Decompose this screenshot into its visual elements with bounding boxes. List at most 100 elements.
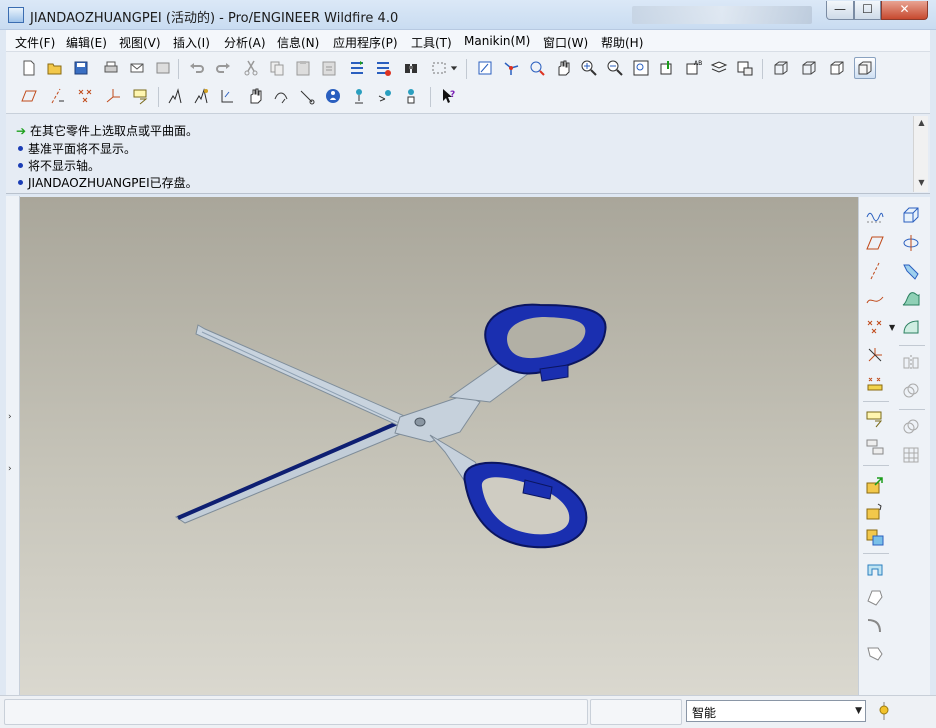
chevron-down-icon[interactable]: ▼ (855, 706, 862, 716)
chamfer-icon[interactable] (863, 613, 887, 637)
pan-icon[interactable] (552, 57, 574, 79)
paste-special-icon[interactable] (318, 57, 340, 79)
select-box-icon[interactable] (428, 57, 450, 79)
datum-point-display-icon[interactable] (74, 85, 96, 107)
merge-icon[interactable] (899, 379, 923, 403)
paste-icon[interactable] (292, 57, 314, 79)
assembly-component-icon[interactable] (164, 85, 186, 107)
save-icon[interactable] (70, 57, 92, 79)
datum-csys-icon[interactable] (863, 343, 887, 367)
layers-icon[interactable] (708, 57, 730, 79)
create-component-icon[interactable] (863, 499, 887, 523)
scroll-down-icon[interactable]: ▼ (914, 178, 929, 190)
context-help-icon[interactable]: ? (438, 85, 460, 107)
datum-axis-icon[interactable] (863, 259, 887, 283)
cut-icon[interactable] (240, 57, 262, 79)
datum-axis-display-icon[interactable] (46, 85, 68, 107)
manikin-create-icon[interactable] (322, 85, 344, 107)
shading-icon[interactable] (854, 57, 876, 79)
package-component-icon[interactable] (863, 435, 887, 459)
menu-info[interactable]: 信息(N) (277, 34, 319, 51)
close-button[interactable]: ✕ (881, 1, 928, 20)
open-icon[interactable] (44, 57, 66, 79)
message-scrollbar[interactable]: ▲ ▼ (913, 116, 928, 192)
analysis-feature-icon[interactable] (863, 371, 887, 395)
hand-icon[interactable] (244, 85, 266, 107)
close-window-icon[interactable] (152, 57, 174, 79)
datum-point-icon[interactable] (863, 315, 887, 339)
reach-icon[interactable] (270, 85, 292, 107)
hidden-line-icon[interactable] (798, 57, 820, 79)
datum-plane-icon[interactable] (863, 231, 887, 255)
new-icon[interactable] (18, 57, 40, 79)
repaint-icon[interactable] (474, 57, 496, 79)
lower-handle[interactable] (463, 461, 588, 549)
annotation-display-icon[interactable] (130, 85, 152, 107)
datum-dropdown-icon[interactable]: ▼ (889, 323, 895, 332)
boundary-blend-icon[interactable] (899, 315, 923, 339)
spin-center-icon[interactable] (500, 57, 522, 79)
undo-icon[interactable] (186, 57, 208, 79)
flip-icon[interactable] (863, 525, 887, 549)
assembly-package-icon[interactable] (190, 85, 212, 107)
vision-icon[interactable] (296, 85, 318, 107)
menu-applications[interactable]: 应用程序(P) (333, 34, 398, 51)
orient-mode-icon[interactable] (526, 57, 548, 79)
refit-icon[interactable] (630, 57, 652, 79)
scissors-model[interactable] (20, 197, 858, 695)
draft-icon[interactable] (863, 641, 887, 665)
round-icon[interactable] (863, 585, 887, 609)
mech-icon[interactable] (216, 85, 238, 107)
zoom-in-icon[interactable] (578, 57, 600, 79)
maximize-button[interactable]: ☐ (854, 1, 881, 20)
wireframe-icon[interactable] (770, 57, 792, 79)
datum-curve-icon[interactable] (863, 287, 887, 311)
manikin-view-icon[interactable] (374, 85, 396, 107)
mirror-icon[interactable] (899, 351, 923, 375)
regenerate-icon[interactable] (346, 57, 368, 79)
zoom-out-icon[interactable] (604, 57, 626, 79)
menu-analysis[interactable]: 分析(A) (224, 34, 266, 51)
menu-edit[interactable]: 编辑(E) (66, 34, 107, 51)
add-component-icon[interactable] (863, 407, 887, 431)
saved-views-icon[interactable]: AB (682, 57, 704, 79)
assemble-icon[interactable] (863, 473, 887, 497)
trim-icon[interactable] (899, 415, 923, 439)
blend-icon[interactable] (899, 287, 923, 311)
pattern-icon[interactable] (899, 443, 923, 467)
navigator-strip[interactable]: › › (6, 196, 20, 696)
menu-help[interactable]: 帮助(H) (601, 34, 643, 51)
manikin-posture-icon[interactable] (348, 85, 370, 107)
redo-icon[interactable] (212, 57, 234, 79)
menu-file[interactable]: 文件(F) (15, 34, 55, 51)
reorient-icon[interactable] (656, 57, 678, 79)
variable-sweep-icon[interactable] (899, 259, 923, 283)
minimize-button[interactable]: — (826, 1, 854, 20)
regen-manager-icon[interactable] (372, 57, 394, 79)
expand-arrow-icon[interactable]: › (8, 412, 12, 422)
datum-plane-display-icon[interactable] (18, 85, 40, 107)
find-icon[interactable] (400, 57, 422, 79)
menu-insert[interactable]: 插入(I) (173, 34, 210, 51)
menu-view[interactable]: 视图(V) (119, 34, 161, 51)
title-bar[interactable]: JIANDAOZHUANGPEI (活动的) - Pro/ENGINEER Wi… (0, 0, 936, 30)
menu-tools[interactable]: 工具(T) (411, 34, 452, 51)
revolve-icon[interactable] (899, 231, 923, 255)
no-hidden-icon[interactable] (826, 57, 848, 79)
send-icon[interactable] (126, 57, 148, 79)
print-icon[interactable] (100, 57, 122, 79)
sketch-tool-icon[interactable] (863, 203, 887, 227)
expand-arrow-icon[interactable]: › (8, 464, 12, 474)
graphics-window[interactable] (20, 197, 858, 695)
selection-filter[interactable]: 智能 ▼ (686, 700, 866, 722)
dropdown-icon[interactable] (448, 57, 460, 79)
manikin-info-icon[interactable] (400, 85, 422, 107)
scroll-up-icon[interactable]: ▲ (914, 118, 929, 130)
view-manager-icon[interactable] (734, 57, 756, 79)
extrude-icon[interactable] (899, 203, 923, 227)
menu-manikin[interactable]: Manikin(M) (464, 34, 530, 48)
sweep-icon[interactable] (863, 557, 887, 581)
datum-csys-display-icon[interactable] (102, 85, 124, 107)
copy-icon[interactable] (266, 57, 288, 79)
menu-window[interactable]: 窗口(W) (543, 34, 588, 51)
